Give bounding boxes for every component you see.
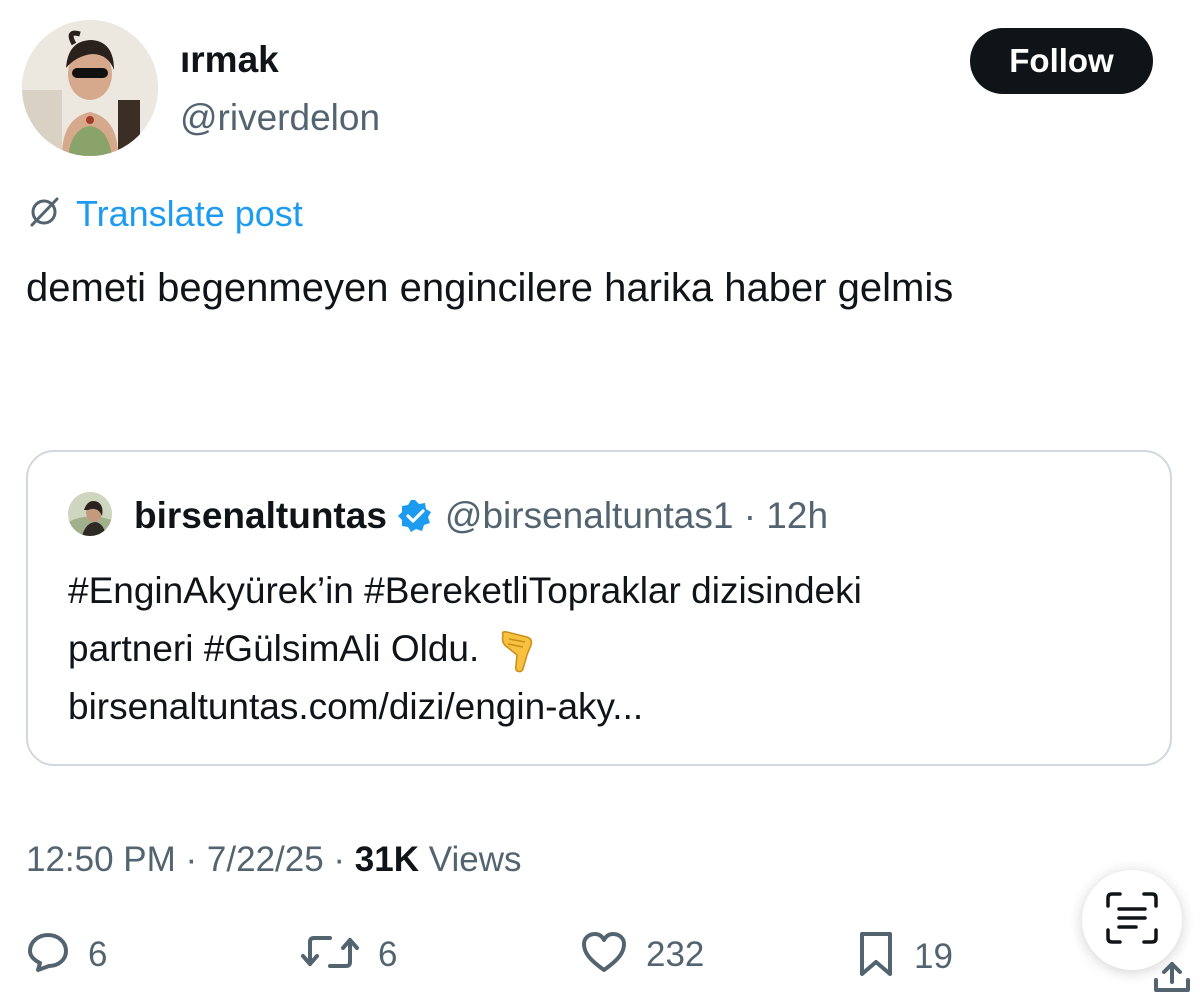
like-count: 232 <box>646 934 705 974</box>
post-meta: 12:50 PM · 7/22/25 · 31K Views <box>26 838 521 882</box>
author-handle[interactable]: @riverdelon <box>180 96 380 140</box>
repost-count: 6 <box>378 934 398 974</box>
quoted-post-line-with-emoji: partneri #GülsimAli Oldu. <box>68 620 1148 678</box>
text-scan-button[interactable] <box>1082 870 1182 970</box>
quoted-post-line: partneri #GülsimAli Oldu. <box>68 628 480 669</box>
quoted-post-link[interactable]: birsenaltuntas.com/dizi/engin-aky... <box>68 678 1148 736</box>
bookmark-button[interactable]: 19 <box>856 930 953 983</box>
repost-button[interactable]: 6 <box>300 930 397 979</box>
verified-badge-icon <box>397 498 433 534</box>
author-display-name[interactable]: ırmak <box>180 38 279 82</box>
repost-icon <box>300 930 360 979</box>
reply-count: 6 <box>88 934 108 974</box>
like-button[interactable]: 232 <box>580 930 704 979</box>
follow-button[interactable]: Follow <box>970 28 1153 94</box>
share-icon[interactable] <box>1152 960 1192 999</box>
like-icon <box>580 930 628 979</box>
pointing-down-hand-icon <box>497 629 537 673</box>
quoted-post-header: birsenaltuntas @birsenaltuntas1 · 12h <box>134 494 828 538</box>
quoted-post-card[interactable]: birsenaltuntas @birsenaltuntas1 · 12h #E… <box>26 450 1172 766</box>
bookmark-count: 19 <box>914 936 953 976</box>
translate-icon <box>26 194 62 235</box>
quoted-author-avatar[interactable] <box>68 492 112 536</box>
views-count: 31K <box>354 840 420 879</box>
reply-button[interactable]: 6 <box>26 930 107 979</box>
translate-post-link[interactable]: Translate post <box>26 192 303 236</box>
reply-icon <box>26 930 70 979</box>
views-label: Views <box>419 840 522 879</box>
bookmark-icon <box>856 930 896 983</box>
author-avatar[interactable] <box>22 20 158 156</box>
post-timestamp[interactable]: 12:50 PM · 7/22/25 · <box>26 840 355 879</box>
translate-post-label: Translate post <box>76 193 303 234</box>
quoted-author-handle-time: @birsenaltuntas1 · 12h <box>444 495 829 536</box>
quoted-post-line: #EnginAkyürek’in #BereketliTopraklar diz… <box>68 570 862 611</box>
text-scan-icon <box>1104 890 1160 951</box>
post-text: demeti begenmeyen engincilere harika hab… <box>26 266 954 310</box>
quoted-author-name[interactable]: birsenaltuntas <box>134 494 387 538</box>
quoted-post-text: #EnginAkyürek’in #BereketliTopraklar diz… <box>68 562 1148 736</box>
